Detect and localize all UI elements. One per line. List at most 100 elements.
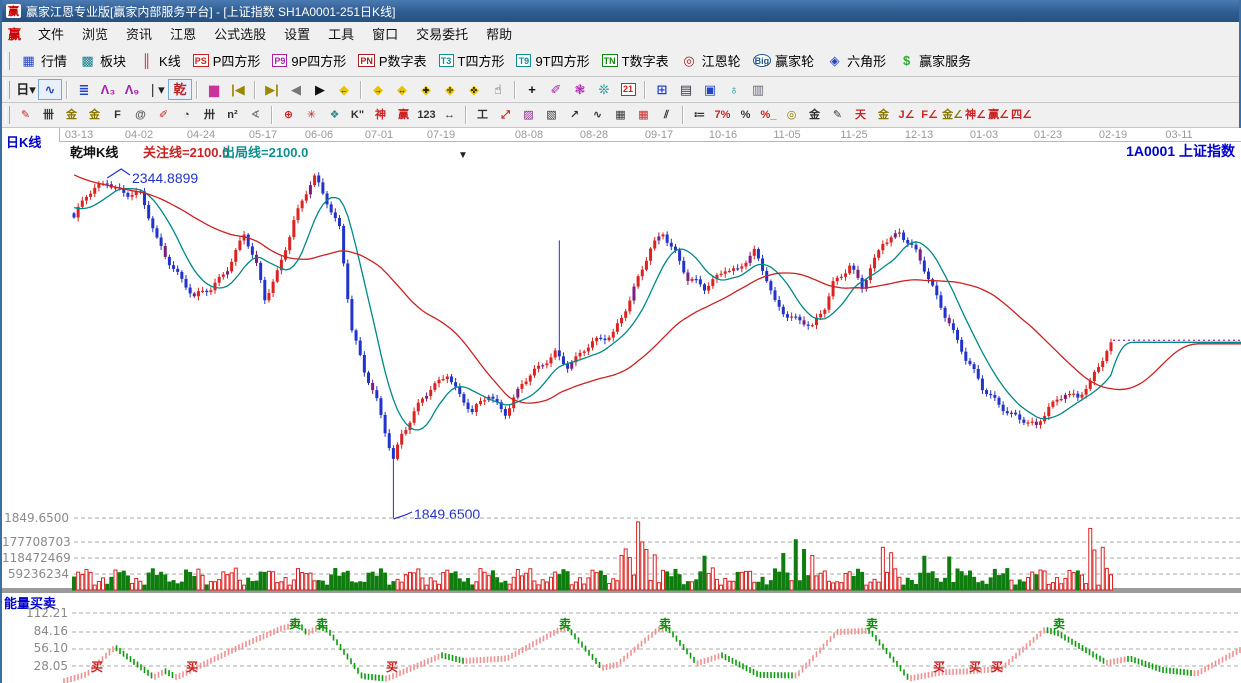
network-data-button[interactable]: ♁ (722, 79, 746, 100)
candle-style-dropdown-icon: ❘▾ (147, 83, 164, 96)
menu-help[interactable]: 帮助 (477, 25, 521, 44)
brush-tool[interactable]: ✎ (14, 105, 37, 125)
diamond-arrow-star-button[interactable]: ◆✜ (462, 79, 486, 100)
sectors-button-label: 板块 (100, 51, 126, 70)
gold-lines-red-tool[interactable]: 金 (872, 105, 895, 125)
menu-window[interactable]: 窗口 (363, 25, 407, 44)
wave-9-button[interactable]: Λ₉ (120, 79, 144, 100)
pen-ruler-tool[interactable]: ✐ (152, 105, 175, 125)
ying-grid-tool[interactable]: 赢 (392, 105, 415, 125)
numbered-grid-tool[interactable]: 123 (415, 105, 438, 125)
ying-angle-tool[interactable]: 赢∠ (987, 105, 1010, 125)
t-number-table-button[interactable]: TNT数字表 (596, 49, 675, 72)
diamond-arrow-left-button[interactable]: ◆← (332, 79, 356, 100)
fan-lines-tool[interactable]: ⤢ (494, 105, 517, 125)
menu-formula-pick[interactable]: 公式选股 (205, 25, 275, 44)
gold-angle-tool[interactable]: 金∠ (941, 105, 964, 125)
si-angle-tool[interactable]: 四∠ (1010, 105, 1033, 125)
diamond-arrow-h-button[interactable]: ◆↔ (390, 79, 414, 100)
period-dropdown[interactable]: 日▾ (14, 79, 38, 100)
protractor-tool[interactable]: ∢ (244, 105, 267, 125)
hexagon-button[interactable]: ◈六角形 (820, 49, 892, 72)
gold-grid-tool-1[interactable]: 金 (60, 105, 83, 125)
spiral-tool[interactable]: @ (129, 105, 152, 125)
gold-grid-tool-2[interactable]: 金 (83, 105, 106, 125)
wave-3-button[interactable]: Λ₃ (96, 79, 120, 100)
shen-angle-tool[interactable]: 神∠ (964, 105, 987, 125)
pen-candle-tool[interactable]: ✎ (826, 105, 849, 125)
grid-line-tool[interactable]: 卌 (37, 105, 60, 125)
shen-grid-tool[interactable]: 神 (369, 105, 392, 125)
info-f10-button[interactable]: ≣ (72, 79, 96, 100)
angle-measure-button[interactable]: ✐ (544, 79, 568, 100)
percent-tool[interactable]: % (734, 105, 757, 125)
remote-pc-button[interactable]: ▥ (746, 79, 770, 100)
gann-flower-button[interactable]: ❃ (568, 79, 592, 100)
prev-bar-button[interactable]: ◀ (284, 79, 308, 100)
f-angle-tool[interactable]: F∠ (918, 105, 941, 125)
tian-lines-tool[interactable]: 天 (849, 105, 872, 125)
candle-style-dropdown[interactable]: ❘▾ (144, 79, 168, 100)
price-ladder-tool[interactable]: ≔ (688, 105, 711, 125)
gold-lines-tool[interactable]: 金 (803, 105, 826, 125)
menu-tools[interactable]: 工具 (319, 25, 363, 44)
sectors-button[interactable]: ▩板块 (73, 49, 132, 72)
percent-7-tool[interactable]: 7% (711, 105, 734, 125)
menu-browse[interactable]: 浏览 (73, 25, 117, 44)
percent-line-tool[interactable]: %­_ (757, 105, 780, 125)
diamond-arrow-plus-button[interactable]: ◆✚ (414, 79, 438, 100)
target-cross-tool[interactable]: ⊕ (277, 105, 300, 125)
kline-chart-canvas[interactable] (2, 128, 1241, 683)
fibonacci-grid-tool[interactable]: F (106, 105, 129, 125)
first-bar-button[interactable]: |◀ (226, 79, 250, 100)
winner-service-button[interactable]: $赢家服务 (892, 49, 977, 72)
toolbar-separator (196, 81, 198, 99)
menu-gann[interactable]: 江恩 (161, 25, 205, 44)
trend-pen-tool[interactable]: ↗ (563, 105, 586, 125)
tick-grid-tool[interactable]: 卅 (198, 105, 221, 125)
kline-button[interactable]: ║K线 (132, 49, 187, 72)
next-bar-button[interactable]: ▶ (308, 79, 332, 100)
nine-p-square-button[interactable]: P99P四方形 (266, 49, 352, 72)
crosshair-button[interactable]: + (520, 79, 544, 100)
matrix-grid-red-tool[interactable]: ▦ (632, 105, 655, 125)
menu-settings[interactable]: 设置 (275, 25, 319, 44)
parallel-lines-tool[interactable]: ⫽ (655, 105, 678, 125)
j-angle-tool[interactable]: J∠ (895, 105, 918, 125)
boxed-web-tool[interactable]: ❖ (323, 105, 346, 125)
qiankun-pattern-button[interactable]: 乾 (168, 79, 192, 100)
gann-web-button[interactable]: ❊ (592, 79, 616, 100)
quotes-button[interactable]: ▦行情 (14, 49, 73, 72)
boxed-fan-tool[interactable]: ▨ (517, 105, 540, 125)
diamond-arrow-right-button[interactable]: ◆→ (366, 79, 390, 100)
width-arrows-tool[interactable]: ↔ (438, 105, 461, 125)
boxed-fan2-tool[interactable]: ▧ (540, 105, 563, 125)
matrix-grid-tool[interactable]: ▦ (609, 105, 632, 125)
menu-file[interactable]: 文件 (29, 25, 73, 44)
menu-trade[interactable]: 交易委托 (407, 25, 477, 44)
nine-t-square-button[interactable]: T99T四方形 (510, 49, 595, 72)
info-f10-button-icon: ≣ (79, 83, 90, 96)
t-square-button[interactable]: T3T四方形 (433, 49, 511, 72)
spider-web-tool[interactable]: ✳ (300, 105, 323, 125)
calendar-21-button[interactable]: 21 (616, 79, 640, 100)
beam-tool[interactable]: 工 (471, 105, 494, 125)
k-mark-tool[interactable]: K" (346, 105, 369, 125)
diamond-arrow-cross-button[interactable]: ◆✛ (438, 79, 462, 100)
notepad-button[interactable]: ▤ (674, 79, 698, 100)
p-square-button[interactable]: PSP四方形 (187, 49, 267, 72)
menu-news[interactable]: 资讯 (117, 25, 161, 44)
winner-wheel-button[interactable]: Big赢家轮 (747, 49, 821, 72)
gann-wheel-button[interactable]: ◎江恩轮 (675, 49, 747, 72)
save-button[interactable]: ▣ (698, 79, 722, 100)
pan-hand-button[interactable]: ☝ (486, 79, 510, 100)
last-bar-button[interactable]: ▶| (260, 79, 284, 100)
calculator-button[interactable]: ⊞ (650, 79, 674, 100)
time-circle-tool[interactable]: ◔ (175, 105, 198, 125)
volume-profile-button[interactable]: ▆ (202, 79, 226, 100)
zigzag-tool[interactable]: ∿ (586, 105, 609, 125)
p-number-table-button[interactable]: PNP数字表 (352, 49, 432, 72)
compression-wave-button[interactable]: ∿ (38, 79, 62, 100)
gold-circle-tool[interactable]: ◎ (780, 105, 803, 125)
n2-grid-tool[interactable]: n² (221, 105, 244, 125)
